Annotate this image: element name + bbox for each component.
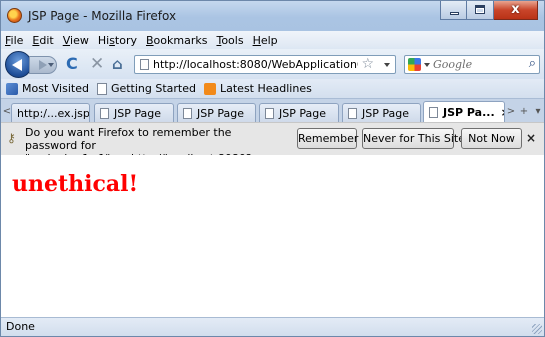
stop-icon[interactable]: ✕ bbox=[90, 55, 104, 73]
firefox-window: JSP Page - Mozilla Firefox x File Edit V… bbox=[0, 0, 545, 337]
resize-grip-icon[interactable] bbox=[532, 324, 542, 334]
menu-bookmarks[interactable]: Bookmarks bbox=[146, 34, 207, 47]
tab-scroll-right-button[interactable]: > bbox=[506, 104, 516, 120]
menu-edit[interactable]: Edit bbox=[32, 34, 53, 47]
search-bar[interactable]: Google ⌕ bbox=[404, 55, 540, 74]
menu-help[interactable]: Help bbox=[253, 34, 278, 47]
url-input[interactable]: http://localhost:8080/WebApplication6/re… bbox=[153, 58, 358, 71]
history-dropdown-icon[interactable] bbox=[48, 63, 54, 67]
close-notification-icon[interactable]: × bbox=[526, 131, 536, 145]
search-input[interactable]: Google bbox=[433, 58, 472, 71]
window-controls: x bbox=[440, 1, 538, 20]
navigation-toolbar: C ✕ ⌂ http://localhost:8080/WebApplicati… bbox=[1, 49, 544, 79]
bookmark-latest-headlines[interactable]: Latest Headlines bbox=[204, 82, 312, 95]
bookmarks-toolbar: Most Visited Getting Started Latest Head… bbox=[1, 79, 544, 98]
not-now-button[interactable]: Not Now bbox=[461, 128, 522, 149]
close-tab-icon[interactable]: × bbox=[501, 106, 504, 119]
close-icon: x bbox=[511, 2, 520, 17]
tab-4[interactable]: JSP Page bbox=[259, 103, 339, 122]
url-bar[interactable]: http://localhost:8080/WebApplication6/re… bbox=[134, 55, 396, 74]
menu-tools[interactable]: Tools bbox=[216, 34, 243, 47]
remember-button[interactable]: Remember bbox=[297, 128, 358, 149]
url-dropdown-icon[interactable] bbox=[384, 63, 390, 67]
close-window-button[interactable]: x bbox=[494, 1, 538, 20]
rss-icon bbox=[204, 82, 216, 95]
search-engine-dropdown-icon[interactable] bbox=[424, 63, 430, 67]
tab-1[interactable]: http:/...ex.jsp bbox=[11, 103, 90, 122]
page-icon bbox=[183, 107, 192, 119]
menu-view[interactable]: View bbox=[63, 34, 89, 47]
page-content: unethical! bbox=[1, 155, 544, 319]
tab-list-button[interactable]: ▾ bbox=[533, 104, 543, 120]
new-tab-button[interactable]: + bbox=[519, 104, 529, 120]
bookmark-most-visited[interactable]: Most Visited bbox=[6, 82, 89, 95]
forward-button[interactable] bbox=[29, 56, 57, 74]
back-button[interactable] bbox=[5, 51, 32, 78]
never-for-this-site-button[interactable]: Never for This Site bbox=[362, 128, 465, 149]
window-title: JSP Page - Mozilla Firefox bbox=[28, 9, 177, 23]
page-icon bbox=[429, 106, 438, 118]
tab-6-active[interactable]: JSP Pa... × bbox=[423, 101, 505, 122]
menu-history[interactable]: History bbox=[98, 34, 137, 47]
page-icon bbox=[140, 59, 149, 70]
page-icon bbox=[348, 107, 357, 119]
status-text: Done bbox=[6, 320, 35, 333]
google-icon[interactable] bbox=[408, 58, 421, 71]
maximize-button[interactable] bbox=[467, 1, 494, 20]
menu-bar: File Edit View History Bookmarks Tools H… bbox=[1, 31, 544, 49]
tab-3[interactable]: JSP Page bbox=[177, 103, 256, 122]
page-heading: unethical! bbox=[12, 171, 139, 197]
title-bar: JSP Page - Mozilla Firefox x bbox=[1, 1, 544, 31]
search-icon[interactable]: ⌕ bbox=[529, 56, 536, 71]
bookmark-star-icon[interactable]: ☆ bbox=[361, 56, 374, 72]
bookmark-getting-started[interactable]: Getting Started bbox=[96, 82, 196, 95]
minimize-button[interactable] bbox=[440, 1, 467, 20]
reload-icon[interactable]: C bbox=[66, 55, 78, 73]
menu-file[interactable]: File bbox=[5, 34, 23, 47]
page-icon bbox=[265, 107, 274, 119]
status-bar: Done bbox=[1, 317, 544, 336]
page-icon bbox=[96, 82, 107, 95]
tab-strip: < http:/...ex.jsp JSP Page JSP Page JSP … bbox=[1, 98, 544, 123]
tab-2[interactable]: JSP Page bbox=[94, 103, 174, 122]
page-icon bbox=[100, 107, 109, 119]
tab-5[interactable]: JSP Page bbox=[342, 103, 421, 122]
firefox-logo-icon bbox=[7, 8, 22, 23]
key-icon: ⚷ bbox=[7, 131, 16, 145]
home-icon[interactable]: ⌂ bbox=[112, 55, 123, 73]
most-visited-icon bbox=[6, 82, 18, 95]
password-notification-bar: ⚷ Do you want Firefox to remember the pa… bbox=[1, 122, 544, 165]
